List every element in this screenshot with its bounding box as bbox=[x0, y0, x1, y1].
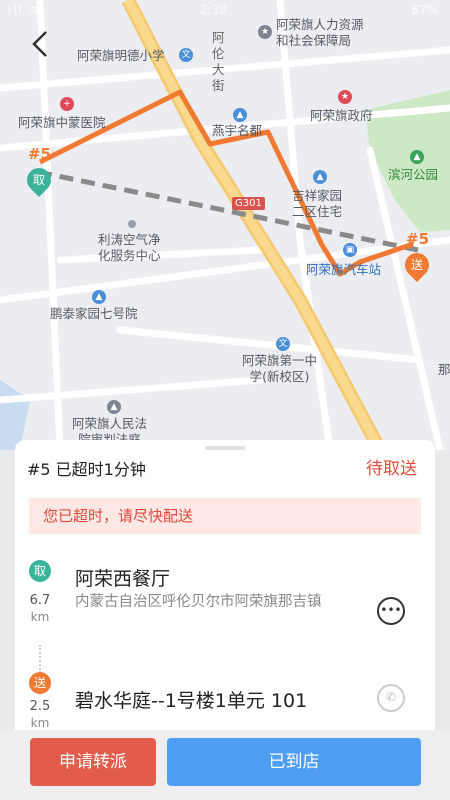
message-button[interactable]: ••• bbox=[377, 597, 405, 625]
status-bar: ıll ≋ 2:38 67% bbox=[0, 0, 450, 22]
map-label-school: 阿荣旗明德小学 bbox=[77, 48, 165, 63]
pickup-pin[interactable]: 取 bbox=[22, 163, 56, 197]
map-label-yanyu: 燕宇名都 bbox=[212, 123, 263, 138]
bus-icon: ▣ bbox=[343, 243, 357, 257]
park-icon: ▲ bbox=[410, 150, 424, 164]
overdue-alert: 您已超时，请尽快配送 bbox=[29, 498, 421, 534]
pickup-shop-name: 阿荣西餐厅 bbox=[75, 568, 171, 590]
back-button[interactable] bbox=[30, 30, 60, 60]
order-state: 待取送 bbox=[366, 459, 417, 479]
delivery-address-name: 碧水华庭--1号楼1单元 101 bbox=[75, 690, 308, 712]
arrived-button[interactable]: 已到店 bbox=[167, 738, 421, 786]
court-icon: ▲ bbox=[107, 400, 121, 414]
school-icon: 文 bbox=[276, 337, 290, 351]
order-card: #5 已超时1分钟 待取送 您已超时，请尽快配送 取 6.7 km 阿荣西餐厅 … bbox=[15, 440, 435, 730]
residence-icon: ▲ bbox=[92, 290, 106, 304]
map-label-pengtai: 鹏泰家园七号院 bbox=[50, 306, 138, 321]
delivery-tag: #5 bbox=[406, 230, 430, 248]
pickup-icon: 取 bbox=[29, 560, 51, 582]
order-status: #5 已超时1分钟 bbox=[27, 460, 146, 479]
map-label-street: 阿 伦 大 街 bbox=[212, 30, 225, 93]
call-button[interactable]: ✆ bbox=[377, 684, 405, 712]
route-connector bbox=[39, 645, 41, 673]
signal-icon: ıll ≋ bbox=[8, 3, 42, 17]
gov-building-icon: ★ bbox=[258, 25, 272, 39]
action-bar: 申请转派 已到店 bbox=[0, 730, 450, 800]
status-time: 2:38 bbox=[200, 3, 227, 17]
residence-icon: ▲ bbox=[313, 170, 327, 184]
map-label-jixiang: 吉祥家园 二区住宅 bbox=[292, 188, 343, 219]
map-label-gov: 阿荣旗政府 bbox=[310, 108, 373, 123]
g301-shield: G301 bbox=[232, 197, 265, 210]
pickup-address: 内蒙古自治区呼伦贝尔市阿荣旗那吉镇 bbox=[75, 594, 322, 610]
chat-bubble-icon: ••• bbox=[380, 603, 402, 617]
map-label-hospital: 阿荣旗中蒙医院 bbox=[18, 115, 106, 130]
map-label-edge: 那 bbox=[438, 362, 450, 377]
map-label-binhe: 滨河公园 bbox=[388, 167, 439, 182]
pickup-tag: #5 bbox=[28, 145, 52, 163]
residence-icon: ▲ bbox=[233, 108, 247, 122]
drag-handle[interactable] bbox=[205, 446, 245, 450]
chevron-left-icon bbox=[32, 31, 47, 57]
school-icon: 文 bbox=[179, 48, 193, 62]
hospital-icon: + bbox=[60, 97, 74, 111]
place-dot-icon bbox=[128, 220, 136, 228]
map-view[interactable]: ★ 阿荣旗人力资源 和社会保障局 阿荣旗明德小学 文 阿 伦 大 街 + 阿荣旗… bbox=[0, 0, 450, 450]
government-icon: ★ bbox=[338, 90, 352, 104]
delivery-distance: 2.5 km bbox=[29, 699, 51, 730]
order-header: #5 已超时1分钟 待取送 bbox=[15, 452, 435, 482]
pickup-distance: 6.7 km bbox=[29, 593, 51, 624]
delivery-icon: 送 bbox=[29, 672, 51, 694]
map-label-middle: 阿荣旗第一中 学(新校区) bbox=[242, 353, 318, 384]
map-label-litao: 利涛空气净 化服务中心 bbox=[98, 232, 161, 263]
reassign-button[interactable]: 申请转派 bbox=[30, 738, 156, 786]
delivery-pin[interactable]: 送 bbox=[400, 248, 434, 282]
battery-level: 67% bbox=[411, 3, 438, 17]
phone-icon: ✆ bbox=[385, 690, 397, 704]
map-label-station: 阿荣旗汽车站 bbox=[306, 262, 382, 277]
